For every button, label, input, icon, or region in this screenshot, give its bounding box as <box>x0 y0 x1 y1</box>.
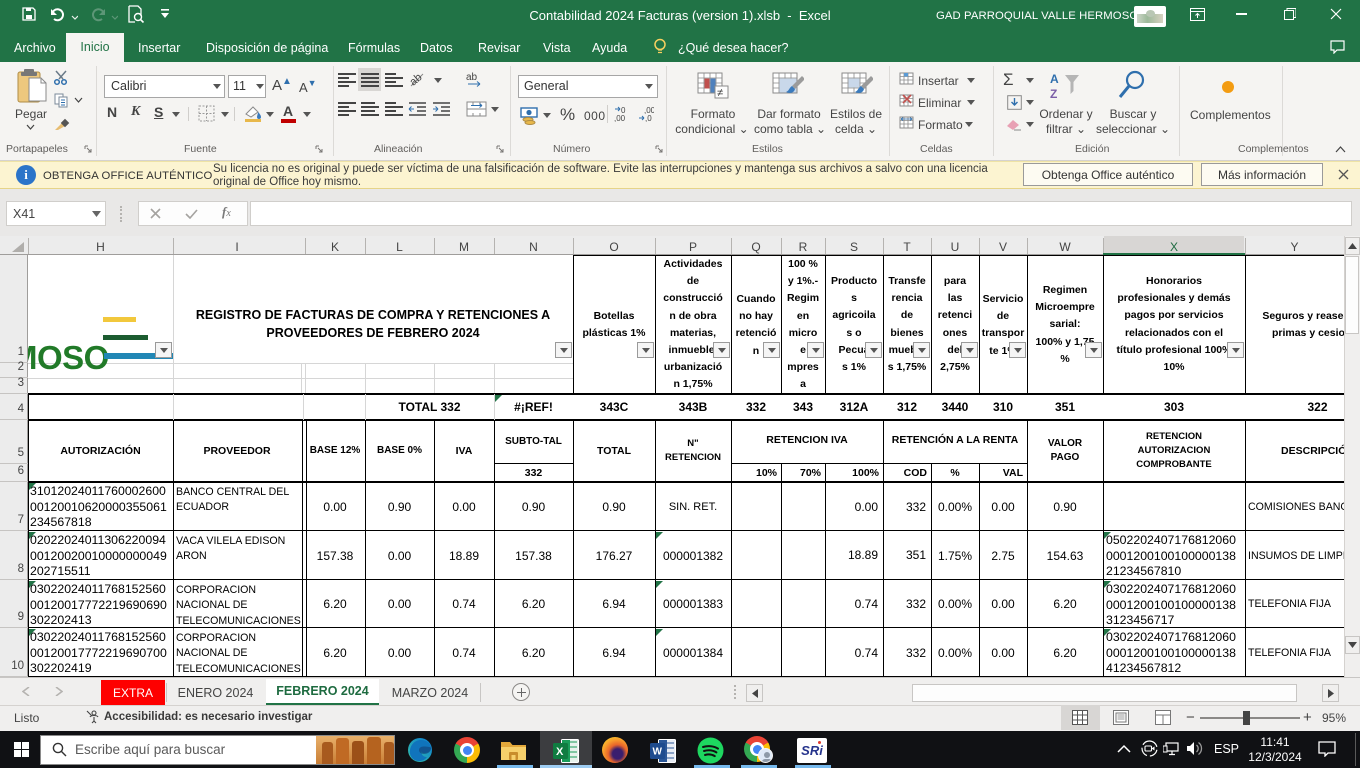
svg-text:,00: ,00 <box>614 114 626 123</box>
svg-text:≠: ≠ <box>717 87 723 99</box>
svg-text:X: X <box>556 746 564 758</box>
svg-text:Z: Z <box>1050 87 1057 101</box>
svg-text:W: W <box>653 747 663 758</box>
svg-text:A: A <box>1050 72 1059 86</box>
svg-text:ab: ab <box>466 72 478 83</box>
svg-text:,0: ,0 <box>645 114 652 123</box>
